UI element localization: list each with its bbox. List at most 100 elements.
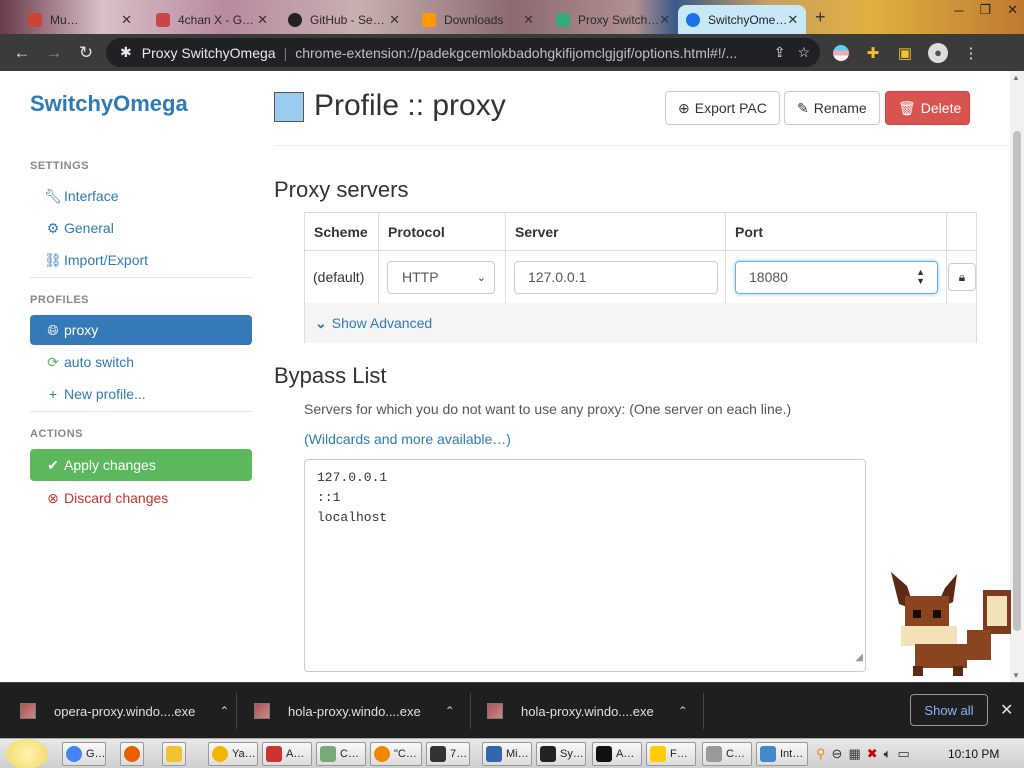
reload-icon[interactable]: ↻	[70, 43, 102, 63]
taskbar-app-button[interactable]: A…	[262, 742, 312, 766]
network-error-icon[interactable]: ✖	[867, 746, 878, 762]
back-arrow-icon[interactable]: ←	[6, 43, 38, 63]
taskbar-app-button[interactable]: 7…	[426, 742, 470, 766]
minimize-icon[interactable]: ─	[954, 3, 963, 18]
monitor-icon[interactable]: ▭	[897, 746, 909, 762]
close-icon[interactable]: ✕	[257, 12, 268, 28]
restore-icon[interactable]: ❐	[979, 2, 991, 18]
extensions-puzzle-icon[interactable]: ✚	[864, 44, 882, 62]
folder-icon	[166, 746, 182, 762]
scroll-thumb[interactable]	[1013, 131, 1021, 631]
sidebar-item-new-profile[interactable]: + New profile...	[30, 379, 252, 409]
close-icon[interactable]: ✕	[1000, 700, 1013, 720]
divider	[274, 145, 1008, 146]
minus-circle-icon[interactable]: ⊖	[832, 746, 843, 762]
share-icon[interactable]: ⇪	[774, 44, 786, 61]
taskbar-app-button[interactable]: Mi…	[482, 742, 532, 766]
avatar[interactable]: ●	[928, 42, 948, 63]
taskbar-app-button[interactable]: A…	[592, 742, 642, 766]
sidebar-item-label: General	[64, 220, 114, 236]
discard-changes-button[interactable]: ⊗ Discard changes	[30, 483, 252, 513]
port-input[interactable]: 18080 ▲ ▼	[735, 260, 938, 294]
taskbar-app-button[interactable]: C…	[316, 742, 366, 766]
kebab-menu-icon[interactable]: ⋮	[962, 44, 980, 62]
browser-tab[interactable]: Proxy Switch… ✕	[548, 5, 676, 34]
taskbar-app-button[interactable]: F…	[646, 742, 696, 766]
taskbar-app-button[interactable]: "C…	[370, 742, 422, 766]
taskbar-app-button[interactable]: C…	[702, 742, 752, 766]
tab-title: SwitchyOme…	[708, 12, 788, 27]
new-tab-button[interactable]: +	[815, 7, 826, 28]
search-icon[interactable]: ⚲	[816, 746, 826, 762]
sidebar: SwitchyOmega SETTINGS 🔧︎ Interface ⚙ Gen…	[0, 71, 264, 682]
rename-button[interactable]: ✎ Rename	[784, 91, 880, 125]
close-icon[interactable]: ✕	[787, 12, 798, 28]
close-window-icon[interactable]: ✕	[1007, 2, 1018, 18]
tab-favicon-icon	[28, 12, 42, 27]
close-icon[interactable]: ✕	[389, 12, 400, 28]
app-icon	[486, 746, 502, 762]
chevron-up-icon[interactable]: ⌃	[678, 704, 688, 718]
chevron-up-icon[interactable]: ⌃	[445, 704, 455, 718]
taskbar-app-button[interactable]: Sy…	[536, 742, 586, 766]
taskbar-app-button[interactable]	[162, 742, 186, 766]
sidebar-icon[interactable]: ▣	[896, 44, 914, 62]
protocol-select[interactable]: HTTP ⌄	[387, 260, 495, 294]
chrome-icon	[66, 746, 82, 762]
taskbar-app-label: Sy…	[560, 748, 584, 760]
profile-color-swatch[interactable]	[274, 92, 304, 122]
scroll-up-icon[interactable]: ▲	[1012, 73, 1020, 82]
chevron-up-icon[interactable]: ⌃	[219, 704, 229, 718]
taskbar-app-button[interactable]: Int…	[756, 742, 808, 766]
browser-tab[interactable]: 4chan X - G… ✕	[148, 5, 276, 34]
export-pac-button[interactable]: ⊕ Export PAC	[665, 91, 780, 125]
sidebar-item-proxy[interactable]: 🌐︎ proxy	[30, 315, 252, 345]
show-all-button[interactable]: Show all	[910, 694, 988, 726]
speaker-icon[interactable]: 🔈︎	[884, 746, 892, 762]
clock[interactable]: 10:10 PM	[948, 747, 999, 761]
browser-tab[interactable]: Mu… ✕	[20, 5, 140, 34]
omnibox-actions: ⇪ ☆	[774, 44, 810, 61]
show-advanced-link[interactable]: ⌄ Show Advanced	[305, 303, 976, 343]
sidebar-item-import-export[interactable]: ⛓︎ Import/Export	[30, 245, 252, 275]
show-advanced-label: Show Advanced	[331, 315, 433, 331]
lock-icon[interactable]: 🔒︎	[948, 263, 976, 291]
system-tray: ⚲ ⊖ ▦ ✖ 🔈︎ ▭	[816, 739, 910, 768]
address-bar[interactable]: ✱ Proxy SwitchyOmega | chrome-extension:…	[106, 38, 820, 67]
close-icon[interactable]: ✕	[523, 12, 534, 28]
download-item[interactable]: hola-proxy.windo....exe ⌃	[254, 683, 455, 739]
sidebar-item-interface[interactable]: 🔧︎ Interface	[30, 181, 252, 211]
forward-arrow-icon[interactable]: →	[38, 43, 70, 63]
taskbar-app-button[interactable]: G…	[62, 742, 106, 766]
spinner-arrows-icon[interactable]: ▲ ▼	[916, 267, 925, 286]
taskbar-app-button[interactable]	[120, 742, 144, 766]
sidebar-item-auto-switch[interactable]: ⟳ auto switch	[30, 347, 252, 377]
rename-label: Rename	[813, 100, 867, 116]
taskbar-app-button[interactable]: Ya…	[208, 742, 258, 766]
browser-tab[interactable]: GitHub - Se… ✕	[280, 5, 408, 34]
puzzle-piece-icon: ✱	[120, 44, 132, 60]
brand-title[interactable]: SwitchyOmega	[30, 91, 188, 117]
wrench-icon: 🔧︎	[44, 187, 62, 204]
flag-extension-icon[interactable]	[832, 44, 850, 62]
browser-tab[interactable]: Downloads ✕	[414, 5, 542, 34]
apply-changes-button[interactable]: ✔ Apply changes	[30, 449, 252, 481]
grid-icon[interactable]: ▦	[848, 746, 860, 762]
server-input[interactable]: 127.0.0.1	[514, 260, 718, 294]
taskbar-app-label: C…	[726, 748, 745, 760]
close-icon[interactable]: ✕	[659, 12, 670, 28]
resize-handle-icon[interactable]: ◢	[855, 649, 863, 669]
download-item[interactable]: opera-proxy.windo....exe ⌃	[20, 683, 229, 739]
wildcards-link[interactable]: (Wildcards and more available…)	[304, 431, 511, 447]
delete-button[interactable]: 🗑︎ Delete	[885, 91, 970, 125]
close-icon[interactable]: ✕	[121, 12, 132, 28]
trash-icon: 🗑︎	[898, 99, 916, 116]
sidebar-item-general[interactable]: ⚙ General	[30, 213, 252, 243]
start-button[interactable]	[6, 739, 48, 768]
browser-tab-active[interactable]: SwitchyOme… ✕	[678, 5, 806, 34]
download-item[interactable]: hola-proxy.windo....exe ⌃	[487, 683, 688, 739]
star-bookmark-icon[interactable]: ☆	[797, 44, 810, 61]
plus-icon: +	[48, 386, 58, 402]
exe-file-icon	[254, 703, 270, 719]
bypass-list-textarea[interactable]: 127.0.0.1 ::1 localhost ◢	[304, 459, 866, 672]
